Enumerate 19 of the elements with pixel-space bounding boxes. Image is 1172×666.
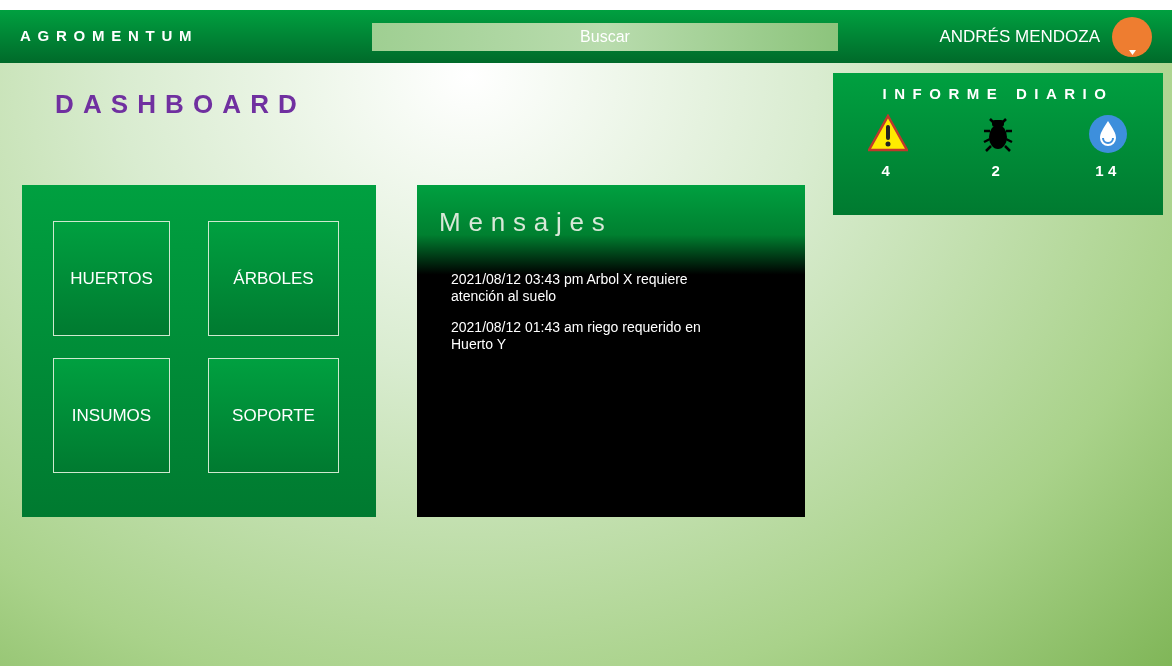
- menu-tile[interactable]: HUERTOS: [53, 221, 170, 336]
- message-text: 2021/08/12 03:43 pm Arbol X requiere atención al suelo: [451, 271, 689, 305]
- menu-tile[interactable]: INSUMOS: [53, 358, 170, 473]
- message-text: 2021/08/12 01:43 am riego requerido en Huerto Y: [451, 319, 702, 353]
- count-value: 2: [991, 160, 1005, 181]
- avatar[interactable]: [1112, 16, 1152, 57]
- warning-icon: [868, 113, 908, 154]
- search-field[interactable]: Buscar: [372, 22, 838, 51]
- count-value: 14: [1095, 160, 1121, 181]
- panel-title: INFORME DIARIO: [882, 84, 1114, 104]
- menu-tile[interactable]: SOPORTE: [208, 358, 339, 473]
- menu-tile[interactable]: ÁRBOLES: [208, 221, 339, 336]
- page-title: DASHBOARD: [55, 88, 306, 121]
- user-name: ANDRÉS MENDOZA: [939, 25, 1100, 48]
- water-drop-icon: [1088, 113, 1128, 154]
- caret-icon: [1128, 49, 1136, 55]
- brand-name: AGROMENTUM: [20, 26, 200, 47]
- panel-title: Mensajes: [439, 206, 613, 239]
- count-value: 4: [881, 160, 895, 181]
